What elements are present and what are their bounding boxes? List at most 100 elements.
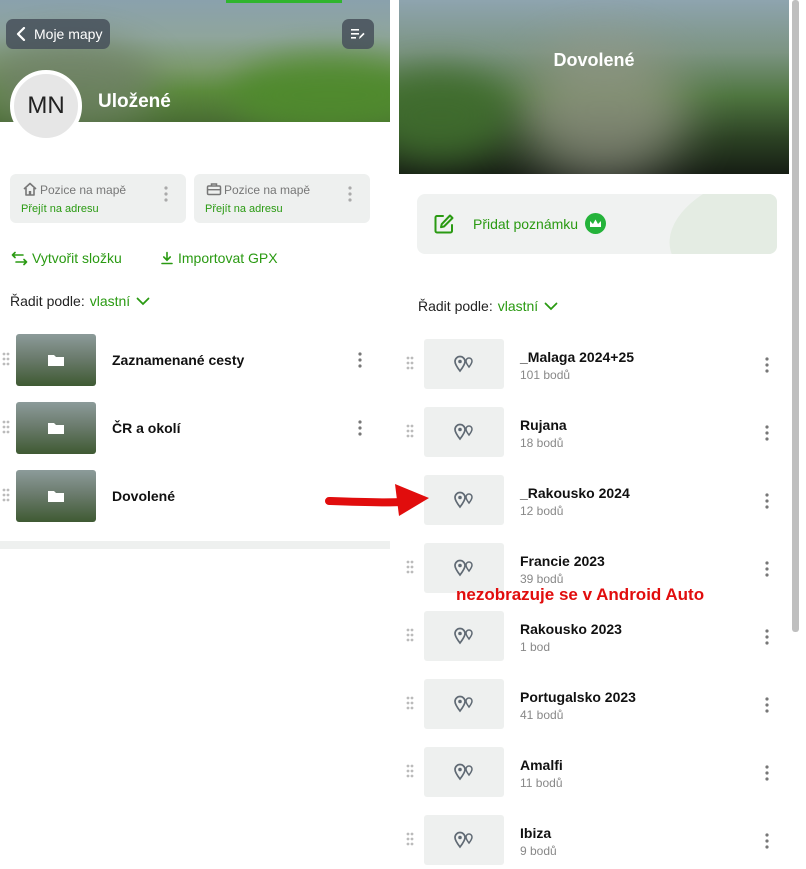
list-item[interactable]: Ibiza 9 bodů [399, 815, 789, 865]
map-pins-icon [454, 763, 473, 781]
list-thumbnail [424, 339, 504, 389]
folder-row[interactable]: Zaznamenané cesty [0, 334, 390, 386]
annotation-text: nezobrazuje se v Android Auto [456, 585, 705, 604]
position-card-link[interactable]: Přejít na adresu [205, 203, 283, 215]
drag-handle-icon[interactable] [406, 764, 414, 778]
back-button-label: Moje mapy [34, 26, 103, 42]
back-button[interactable]: Moje mapy [6, 19, 110, 49]
map-pins-icon [454, 627, 473, 645]
sort-value[interactable]: vlastní [90, 293, 130, 309]
import-gpx-button[interactable]: Importovat GPX [160, 250, 278, 266]
edit-list-button[interactable] [342, 19, 374, 49]
list-item[interactable]: _Malaga 2024+25 101 bodů [399, 339, 789, 389]
folder-title: Dovolené [553, 50, 635, 70]
more-icon[interactable] [765, 697, 769, 713]
list-item-name: Francie 2023 [520, 553, 605, 569]
list-item[interactable]: Portugalsko 2023 41 bodů [399, 679, 789, 729]
page-title: Uložené [98, 91, 171, 112]
drag-handle-icon[interactable] [406, 560, 414, 574]
edit-list-icon [351, 29, 365, 39]
list-item-name: Amalfi [520, 757, 563, 773]
position-card-work[interactable]: Pozice na mapě Přejít na adresu [194, 174, 370, 223]
sort-selector[interactable]: Řadit podle: vlastní [10, 293, 150, 309]
list-item-count: 39 bodů [520, 572, 564, 586]
more-icon[interactable] [164, 186, 168, 202]
list-thumbnail [424, 475, 504, 525]
sort-label: Řadit podle: [10, 293, 85, 309]
folder-name: Dovolené [112, 488, 176, 504]
sort-selector[interactable]: Řadit podle: vlastní [418, 298, 558, 314]
right-panel: Dovolené Přidat poznámku Řadit podle: vl… [399, 0, 799, 869]
import-gpx-label: Importovat GPX [178, 250, 278, 266]
more-icon[interactable] [765, 561, 769, 577]
more-icon[interactable] [358, 420, 362, 436]
list-item-count: 12 bodů [520, 504, 564, 518]
folder-thumbnail [16, 470, 96, 522]
folder-icon [48, 355, 64, 366]
premium-crown-icon [585, 213, 606, 234]
chevron-down-icon [136, 297, 150, 305]
drag-handle-icon[interactable] [2, 488, 10, 502]
list-item[interactable]: Rujana 18 bodů [399, 407, 789, 457]
create-folder-label: Vytvořit složku [32, 250, 122, 266]
drag-handle-icon[interactable] [406, 424, 414, 438]
list-item[interactable]: Rakousko 2023 1 bod [399, 611, 789, 661]
more-icon[interactable] [765, 629, 769, 645]
more-icon[interactable] [358, 352, 362, 368]
list-item-count: 41 bodů [520, 708, 564, 722]
list-thumbnail [424, 611, 504, 661]
folder-icon [48, 491, 64, 502]
more-icon[interactable] [765, 765, 769, 781]
create-folder-button[interactable]: Vytvořit složku [11, 250, 122, 266]
list-item-name: _Rakousko 2024 [520, 485, 630, 501]
chevron-down-icon [544, 302, 558, 310]
drag-handle-icon[interactable] [406, 696, 414, 710]
list-item-count: 9 bodů [520, 844, 557, 858]
list-item-name: Portugalsko 2023 [520, 689, 636, 705]
briefcase-icon [206, 183, 222, 196]
drag-handle-icon[interactable] [2, 420, 10, 434]
more-icon[interactable] [765, 833, 769, 849]
add-note-button[interactable]: Přidat poznámku [417, 194, 777, 254]
add-note-label: Přidat poznámku [473, 216, 579, 232]
folder-thumbnail [16, 402, 96, 454]
more-icon[interactable] [765, 357, 769, 373]
more-icon[interactable] [765, 493, 769, 509]
download-icon [161, 251, 173, 265]
map-pins-icon [454, 695, 473, 713]
drag-handle-icon[interactable] [406, 628, 414, 642]
more-icon[interactable] [765, 425, 769, 441]
list-item-count: 11 bodů [520, 776, 563, 790]
list-item[interactable]: Amalfi 11 bodů [399, 747, 789, 797]
folder-icon [48, 423, 64, 434]
avatar-initials: MN [27, 92, 65, 119]
list-item-name: Rujana [520, 417, 567, 433]
scrollbar[interactable] [792, 0, 799, 632]
list-item-name: Rakousko 2023 [520, 621, 622, 637]
header-cover-image: Dovolené [399, 0, 789, 174]
home-icon [23, 182, 37, 196]
map-pins-icon [454, 355, 473, 373]
list-thumbnail [424, 747, 504, 797]
sort-value[interactable]: vlastní [498, 298, 538, 314]
list-item-count: 1 bod [520, 640, 551, 654]
drag-handle-icon[interactable] [406, 832, 414, 846]
list-thumbnail [424, 815, 504, 865]
position-card-link[interactable]: Přejít na adresu [21, 203, 99, 215]
drag-handle-icon[interactable] [406, 356, 414, 370]
folder-name: Zaznamenané cesty [112, 352, 245, 368]
drag-handle-icon[interactable] [2, 352, 10, 366]
map-pins-icon [454, 559, 473, 577]
position-card-title: Pozice na mapě [224, 183, 311, 197]
create-folder-icon [11, 251, 28, 265]
map-pins-icon [454, 423, 473, 441]
list-item-count: 18 bodů [520, 436, 564, 450]
folder-thumbnail [16, 334, 96, 386]
folder-name: ČR a okolí [112, 420, 181, 436]
left-panel: Moje mapy MN Uložené Pozice na mapě Přej… [0, 0, 390, 869]
folder-row[interactable]: ČR a okolí [0, 402, 390, 454]
sort-label: Řadit podle: [418, 298, 493, 314]
more-icon[interactable] [348, 186, 352, 202]
list-item[interactable]: _Rakousko 2024 12 bodů [399, 475, 789, 525]
position-card-home[interactable]: Pozice na mapě Přejít na adresu [10, 174, 186, 223]
